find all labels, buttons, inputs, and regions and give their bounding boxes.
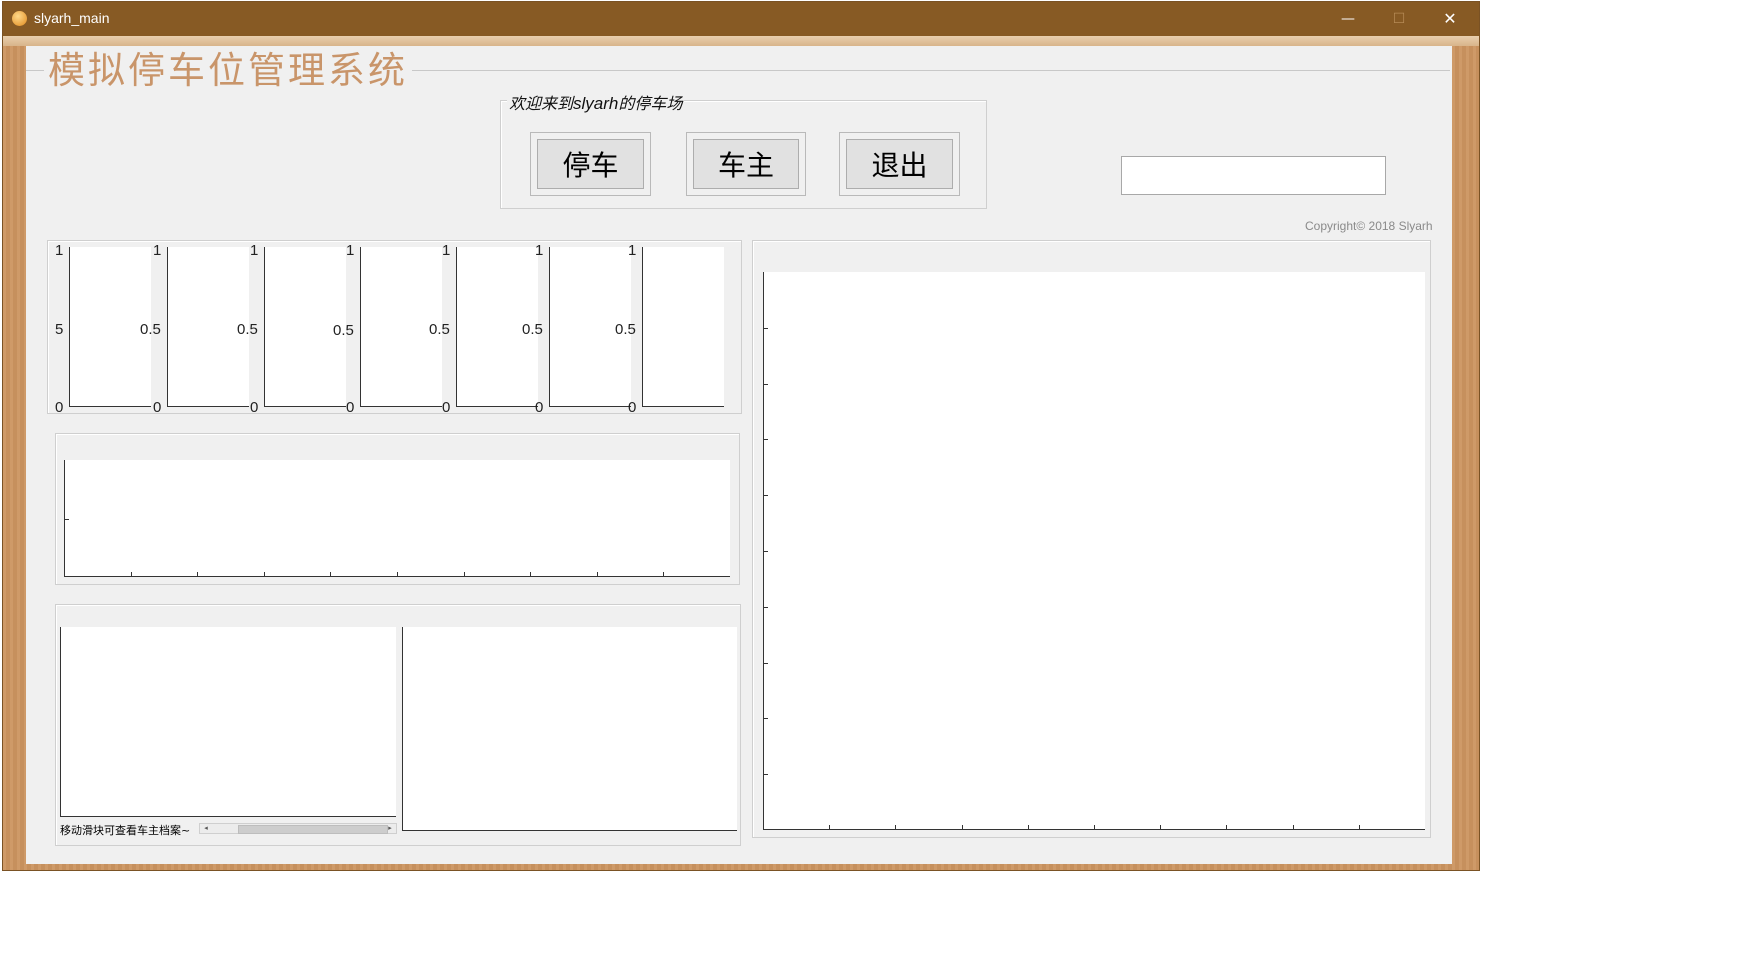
axis-tick	[1226, 825, 1227, 830]
tick-label: 1	[250, 242, 259, 259]
tick-label: 0	[442, 399, 451, 416]
axis-tick	[64, 519, 69, 520]
axis-tick	[829, 825, 830, 830]
owner-photo-axes	[60, 627, 396, 817]
tick-label: 0	[153, 399, 162, 416]
scrollbar-thumb[interactable]	[238, 825, 388, 834]
main-chart-axes	[763, 272, 1425, 830]
tick-label: 0.5	[615, 321, 636, 338]
axis-tick	[1094, 825, 1095, 830]
app-icon	[12, 11, 27, 26]
axis-tick	[1160, 825, 1161, 830]
tick-label: 1	[442, 242, 451, 259]
axis-tick	[197, 572, 198, 577]
tick-label: 0.5	[333, 322, 354, 339]
close-icon: ✕	[1443, 9, 1457, 28]
main-chart-panel	[752, 240, 1431, 838]
tick-label: 0	[250, 399, 259, 416]
axis-tick	[763, 328, 768, 329]
tick-label: 0	[346, 399, 355, 416]
axis-tick	[763, 607, 768, 608]
maximize-button[interactable]: ☐	[1376, 2, 1422, 36]
park-button-frame: 停车	[530, 132, 651, 196]
park-button[interactable]: 停车	[537, 139, 644, 189]
axis-tick	[763, 495, 768, 496]
copyright-text: Copyright© 2018 Slyarh	[1305, 219, 1433, 233]
axis-tick	[763, 663, 768, 664]
owner-info-axes	[402, 627, 737, 831]
window-title: slyarh_main	[34, 10, 110, 26]
axis-tick	[763, 718, 768, 719]
tick-label: 0	[535, 399, 544, 416]
exit-button-frame: 退出	[839, 132, 960, 196]
axis-tick	[397, 572, 398, 577]
axis-tick	[464, 572, 465, 577]
tick-label: 1	[153, 242, 162, 259]
tick-label: 0.5	[429, 321, 450, 338]
axis-tick	[895, 825, 896, 830]
axis-tick	[962, 825, 963, 830]
scroll-left-icon[interactable]: ◂	[200, 824, 212, 833]
minimize-button[interactable]: —	[1325, 2, 1371, 36]
axis-tick	[330, 572, 331, 577]
axis-tick	[1359, 825, 1360, 830]
tick-label: 0	[628, 399, 637, 416]
minimize-icon: —	[1341, 11, 1355, 27]
welcome-panel: 欢迎来到slyarh的停车场 停车 车主 退出	[500, 90, 987, 209]
main-window: slyarh_main — ☐ ✕ 模拟停车位管理系统 欢迎来到slyarh的停…	[2, 1, 1480, 871]
title-bar[interactable]: slyarh_main — ☐ ✕	[3, 2, 1479, 36]
tick-label: 5	[55, 321, 64, 338]
frame-border	[3, 36, 1479, 46]
axis-tick	[264, 572, 265, 577]
search-input[interactable]	[1121, 156, 1386, 195]
timeline-axes	[64, 460, 730, 577]
axis-tick	[1293, 825, 1294, 830]
parking-slot-7	[642, 247, 724, 407]
tick-label: 1	[346, 242, 355, 259]
axis-tick	[131, 572, 132, 577]
tick-label: 1	[535, 242, 544, 259]
tick-label: 0	[55, 399, 64, 416]
maximize-icon: ☐	[1392, 11, 1406, 27]
axis-tick	[530, 572, 531, 577]
welcome-legend: 欢迎来到slyarh的停车场	[507, 90, 685, 114]
tick-label: 0.5	[237, 321, 258, 338]
axis-tick	[763, 384, 768, 385]
parking-slot-1	[69, 247, 151, 407]
client-area: 模拟停车位管理系统 欢迎来到slyarh的停车场 停车 车主 退出 Copyri…	[26, 46, 1452, 864]
axis-tick	[663, 572, 664, 577]
timeline-panel	[55, 433, 740, 585]
tick-label: 1	[628, 242, 637, 259]
owner-button[interactable]: 车主	[693, 139, 799, 189]
axis-tick	[763, 774, 768, 775]
owner-archive-scrollbar[interactable]: ◂ ▸	[199, 823, 397, 834]
tick-label: 1	[55, 242, 64, 259]
axis-tick	[1028, 825, 1029, 830]
close-button[interactable]: ✕	[1427, 2, 1473, 36]
owner-archive-panel: 移动滑块可查看车主档案~ ◂ ▸	[55, 604, 741, 846]
scroll-hint: 移动滑块可查看车主档案~	[60, 824, 191, 837]
axis-tick	[763, 439, 768, 440]
scroll-right-icon[interactable]: ▸	[384, 824, 396, 833]
axis-tick	[597, 572, 598, 577]
page-title: 模拟停车位管理系统	[44, 49, 412, 93]
tick-label: 0.5	[522, 321, 543, 338]
owner-button-frame: 车主	[686, 132, 806, 196]
axis-tick	[763, 551, 768, 552]
parking-slots-panel: 1 5 0 1 0.5 0 1 0.5 0 1 0.5 0 1 0.5 0 1 …	[47, 240, 742, 416]
exit-button[interactable]: 退出	[846, 139, 953, 189]
tick-label: 0.5	[140, 321, 161, 338]
